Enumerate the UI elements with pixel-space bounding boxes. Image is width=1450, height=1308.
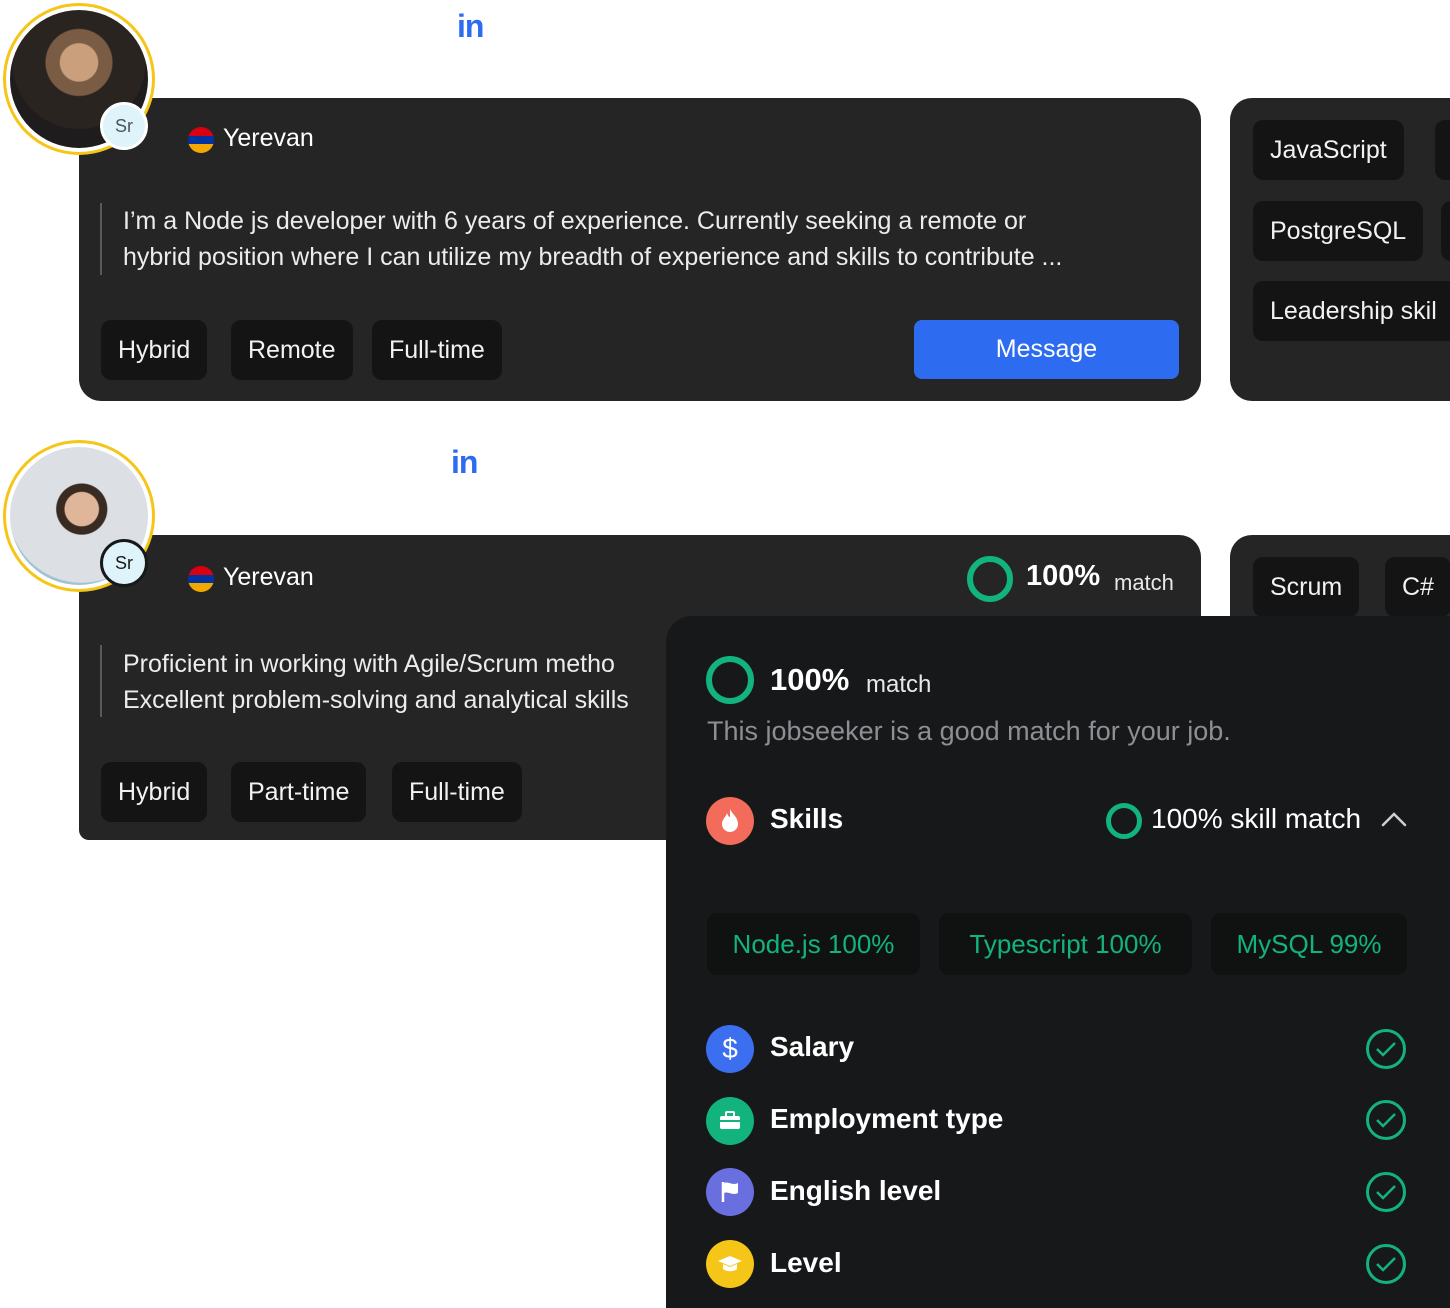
match-description: This jobseeker is a good match for your …: [707, 716, 1231, 746]
bio-line-2: hybrid position where I can utilize my b…: [123, 243, 1063, 271]
match-ring-icon: [706, 656, 754, 704]
location-city: Yerevan: [223, 124, 314, 152]
dollar-icon: $: [706, 1025, 754, 1073]
tag-part-time: Part-time: [231, 762, 367, 822]
bio-line-1: I’m a Node js developer with 6 years of …: [123, 207, 1027, 235]
seniority-badge-2: Sr: [100, 539, 148, 587]
skill-match-chip-mysql: MySQL 99%: [1211, 913, 1407, 975]
panel-match-percentage: 100%: [770, 662, 850, 697]
skill-chip-partial: [1435, 120, 1450, 180]
skill-match-chip-nodejs: Node.js 100%: [707, 913, 920, 975]
quote-divider: [100, 645, 102, 717]
bio-line-2: Excellent problem-solving and analytical…: [123, 686, 629, 714]
criteria-employment-type: Employment type: [770, 1103, 1004, 1134]
tag-hybrid: Hybrid: [101, 320, 208, 380]
skills-label: Skills: [770, 803, 844, 834]
bio-line-1: Proficient in working with Agile/Scrum m…: [123, 650, 615, 678]
graduation-cap-icon: [706, 1240, 754, 1288]
check-icon: [1366, 1100, 1406, 1140]
location-city: Yerevan: [223, 563, 314, 591]
briefcase-icon: [706, 1097, 754, 1145]
check-icon: [1366, 1244, 1406, 1284]
tag-full-time: Full-time: [392, 762, 522, 822]
skill-chip-partial: [1441, 201, 1450, 261]
armenia-flag-icon: [188, 566, 214, 592]
skill-chip-javascript: JavaScript: [1253, 120, 1404, 180]
tag-full-time: Full-time: [372, 320, 502, 380]
criteria-english-level: English level: [770, 1175, 942, 1206]
check-icon: [1366, 1029, 1406, 1069]
match-ring-icon: [967, 556, 1013, 602]
linkedin-icon[interactable]: in: [457, 8, 484, 45]
check-icon: [1366, 1172, 1406, 1212]
seniority-badge-1: Sr: [100, 102, 148, 150]
skill-chip-csharp: C#: [1385, 557, 1450, 617]
match-percentage[interactable]: 100%: [1026, 560, 1100, 593]
skill-chip-scrum: Scrum: [1253, 557, 1360, 617]
skill-chip-postgresql: PostgreSQL: [1253, 201, 1424, 261]
flag-icon: [706, 1168, 754, 1216]
message-button[interactable]: Message: [914, 320, 1179, 379]
tag-remote: Remote: [231, 320, 353, 380]
armenia-flag-icon: [188, 127, 214, 153]
criteria-level: Level: [770, 1247, 842, 1278]
quote-divider: [100, 203, 102, 275]
criteria-salary: Salary: [770, 1031, 855, 1062]
skill-match-text[interactable]: 100% skill match: [1151, 803, 1361, 835]
skill-match-ring-icon: [1106, 803, 1142, 839]
fire-icon: [706, 797, 754, 845]
skill-match-chip-typescript: Typescript 100%: [939, 913, 1192, 975]
chevron-up-icon[interactable]: [1380, 810, 1408, 833]
match-word: match: [1114, 570, 1174, 595]
tag-hybrid: Hybrid: [101, 762, 208, 822]
linkedin-icon[interactable]: in: [451, 444, 478, 481]
panel-match-word: match: [866, 671, 932, 698]
skill-chip-leadership: Leadership skil: [1253, 281, 1450, 341]
